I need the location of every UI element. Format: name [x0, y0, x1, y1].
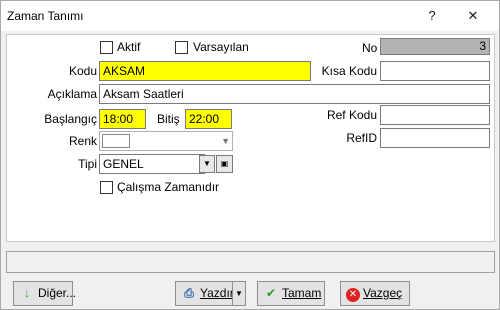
dialog-window: Zaman Tanımı ? ✕ Aktif Varsayılan No 3 K…: [0, 0, 500, 310]
tamam-button[interactable]: ✔ Tamam: [257, 281, 325, 306]
tamam-label: Tamam: [282, 286, 322, 300]
chevron-down-icon: ▼: [235, 289, 243, 298]
kisa-kodu-input[interactable]: [380, 61, 490, 81]
aciklama-label: Açıklama: [47, 87, 97, 101]
form-panel: Aktif Varsayılan No 3 Kodu AKSAM Kısa Ko…: [6, 34, 495, 242]
green-down-arrow-icon: ↓: [24, 286, 30, 300]
refid-input[interactable]: [380, 128, 490, 148]
chevron-down-icon: ▼: [221, 136, 230, 146]
vazgec-label: Vazgeç: [363, 286, 403, 300]
varsayilan-label: Varsayılan: [193, 40, 249, 54]
vazgec-button[interactable]: ✕ Vazgeç: [340, 281, 410, 306]
aciklama-input[interactable]: Aksam Saatleri: [99, 84, 490, 104]
yazdir-label: Yazdır: [200, 286, 234, 300]
bitis-input[interactable]: 22:00: [185, 109, 232, 129]
baslangic-input[interactable]: 18:00: [99, 109, 146, 129]
refid-label: RefID: [346, 131, 377, 145]
diger-label: Diğer...: [38, 286, 77, 300]
aktif-label: Aktif: [117, 40, 141, 54]
print-preview-icon: ⎙: [184, 286, 194, 300]
kodu-input[interactable]: AKSAM: [99, 61, 311, 81]
yazdir-dropdown-button[interactable]: ▼: [232, 281, 246, 306]
tipi-combo[interactable]: GENEL: [99, 154, 205, 174]
varsayilan-checkbox[interactable]: [175, 41, 188, 54]
calisma-checkbox[interactable]: [100, 181, 113, 194]
bitis-label: Bitiş: [157, 112, 180, 126]
yazdir-button[interactable]: ⎙ Yazdır: [175, 281, 234, 306]
no-label: No: [362, 41, 378, 55]
tipi-lookup-icon[interactable]: ▣: [216, 155, 233, 173]
aktif-checkbox[interactable]: [100, 41, 113, 54]
renk-dropdown[interactable]: ▼: [99, 131, 233, 151]
tipi-dropdown-button[interactable]: ▼: [199, 155, 215, 173]
color-swatch: [102, 134, 130, 148]
red-x-icon: ✕: [346, 288, 360, 302]
kodu-label: Kodu: [68, 64, 97, 78]
calisma-label: Çalışma Zamanıdır: [117, 180, 220, 194]
green-check-icon: ✔: [265, 286, 277, 300]
help-button[interactable]: ?: [413, 1, 451, 31]
renk-label: Renk: [68, 134, 97, 148]
ref-kodu-label: Ref Kodu: [326, 108, 377, 122]
tipi-label: Tipi: [78, 157, 97, 171]
diger-button[interactable]: ↓ Diğer...: [13, 281, 77, 306]
kisa-kodu-label: Kısa Kodu: [321, 64, 377, 78]
title-bar: Zaman Tanımı ? ✕: [1, 1, 499, 31]
status-bar: [6, 251, 495, 273]
no-field: 3: [380, 38, 490, 55]
ref-kodu-input[interactable]: [380, 105, 490, 125]
window-title: Zaman Tanımı: [7, 9, 84, 23]
baslangic-label: Başlangıç: [44, 112, 97, 126]
close-button[interactable]: ✕: [454, 1, 492, 31]
